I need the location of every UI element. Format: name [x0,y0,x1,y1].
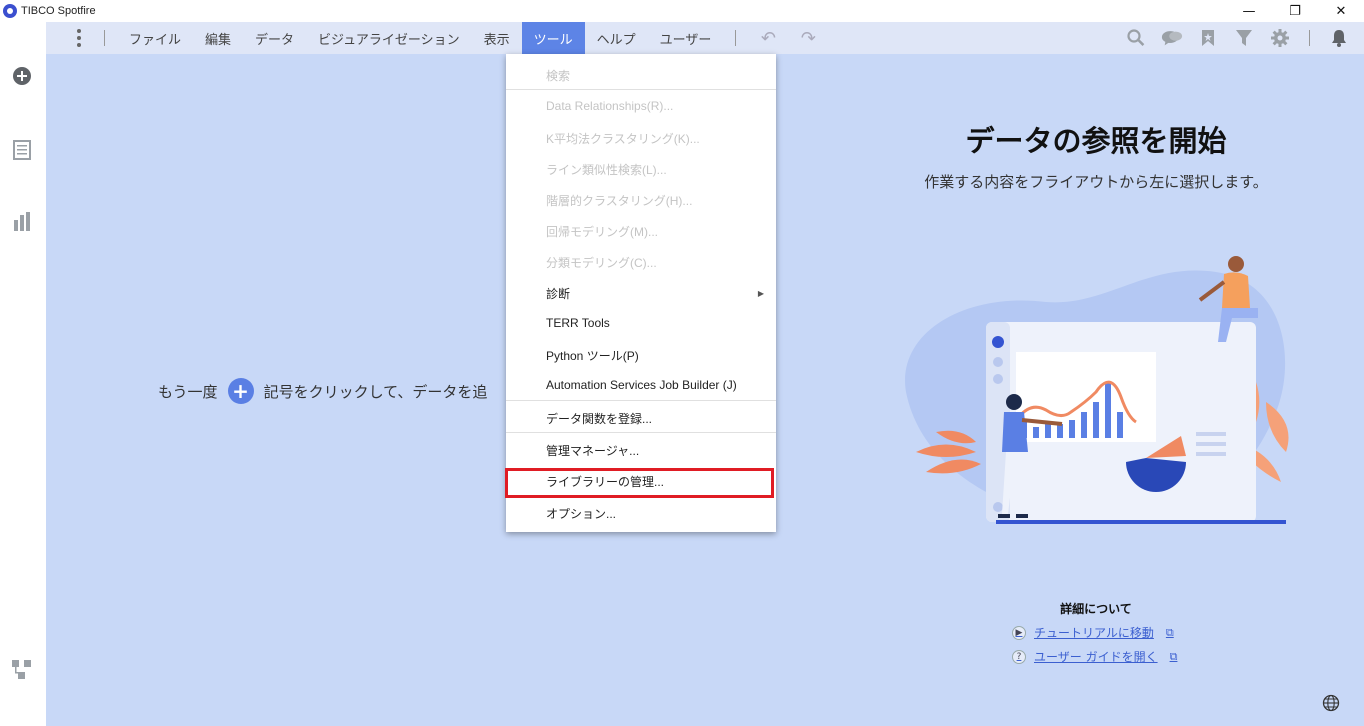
add-data-icon[interactable] [12,66,32,86]
window-controls: — ❐ ✕ [1226,0,1364,22]
filter-icon[interactable] [1233,27,1255,49]
restore-button[interactable]: ❐ [1272,0,1318,22]
spotfire-logo-icon [3,4,17,18]
data-exploration-illustration [905,256,1289,524]
hero-title: データの参照を開始 [965,124,1227,158]
menu-item-terr-tools[interactable]: TERR Tools [506,308,776,338]
menu-item-data-relationships: Data Relationships(R)... [546,99,674,113]
menu-item-regression-modeling: 回帰モデリング(M)... [546,224,658,239]
learn-more-title: 詳細について [1060,602,1132,616]
menu-item-register-data-functions[interactable]: データ関数を登録... [506,403,776,433]
user-guide-link[interactable]: ? ユーザー ガイドを開く ⧉ [1012,648,1177,665]
external-link-icon: ⧉ [1165,625,1174,639]
menu-item-administration-manager[interactable]: 管理マネージャ... [506,435,776,465]
minimize-button[interactable]: — [1226,0,1272,22]
menu-help[interactable]: ヘルプ [585,22,648,54]
menu-item-automation-job-builder[interactable]: Automation Services Job Builder (J) [506,370,776,400]
tutorial-link-text[interactable]: チュートリアルに移動 [1034,624,1154,641]
hint-text-before: もう一度 [158,382,218,401]
menu-item-python-tools[interactable]: Python ツール(P) [506,340,776,370]
help-question-icon: ? [1012,649,1026,664]
notifications-bell-icon[interactable] [1328,27,1350,49]
hint-text-after: 記号をクリックして、データを追 [263,382,488,401]
menu-separator [104,30,105,46]
data-canvas-icon[interactable] [12,660,32,680]
undo-icon[interactable]: ↶ [748,28,788,49]
menu-tools[interactable]: ツール [521,22,585,54]
menu-data[interactable]: データ [243,22,306,54]
external-link-icon: ⧉ [1169,649,1178,663]
menu-divider [506,89,776,90]
toolbar-separator [1309,30,1310,46]
menu-file[interactable]: ファイル [117,22,193,54]
add-data-hint: もう一度 + 記号をクリックして、データを追 [158,378,487,404]
menu-user[interactable]: ユーザー [648,22,724,54]
menu-item-options[interactable]: オプション... [506,498,776,528]
hero-subtitle: 作業する内容をフライアウトから左に選択します。 [924,173,1268,191]
search-icon[interactable] [1125,27,1147,49]
redo-icon[interactable]: ↷ [788,28,828,49]
more-options-icon[interactable] [66,29,92,47]
menu-edit[interactable]: 編集 [193,22,243,54]
menu-separator [735,30,737,46]
menu-item-diagnostics[interactable]: 診断 ▶ [506,278,776,308]
close-button[interactable]: ✕ [1318,0,1364,22]
menu-divider [506,432,776,433]
menu-item-search: 検索 [546,68,571,83]
menu-item-classification-modeling: 分類モデリング(C)... [546,255,657,270]
data-panel-icon[interactable] [12,140,32,160]
comments-icon[interactable] [1161,27,1183,49]
menu-item-kmeans-clustering: K平均法クラスタリング(K)... [546,131,700,146]
tutorial-link[interactable]: ▶ チュートリアルに移動 ⧉ [1012,624,1174,641]
window-title: TIBCO Spotfire [21,5,96,17]
manage-library-highlight [505,468,774,498]
title-bar: TIBCO Spotfire — ❐ ✕ [0,0,1364,22]
menu-bar: ファイル 編集 データ ビジュアライゼーション 表示 ツール ヘルプ ユーザー … [46,22,1364,54]
play-icon: ▶ [1012,625,1026,640]
settings-gear-icon[interactable] [1269,27,1291,49]
user-guide-link-text[interactable]: ユーザー ガイドを開く [1034,648,1158,665]
right-toolbar [1125,22,1350,54]
menu-view[interactable]: 表示 [472,22,522,54]
tools-dropdown-menu: 検索 Data Relationships(R)... K平均法クラスタリング(… [506,54,776,532]
visualization-types-icon[interactable] [12,212,32,232]
add-plus-icon[interactable]: + [227,378,254,404]
submenu-arrow-icon: ▶ [757,288,764,298]
menu-visualization[interactable]: ビジュアライゼーション [306,22,472,54]
menu-item-diagnostics-label: 診断 [546,286,571,301]
menu-divider [506,400,776,401]
language-globe-icon[interactable] [1322,694,1340,712]
bookmark-icon[interactable] [1197,27,1219,49]
menu-item-line-similarity: ライン類似性検索(L)... [546,162,667,177]
left-rail [0,22,46,726]
menu-item-hierarchical-clustering: 階層的クラスタリング(H)... [546,193,693,208]
